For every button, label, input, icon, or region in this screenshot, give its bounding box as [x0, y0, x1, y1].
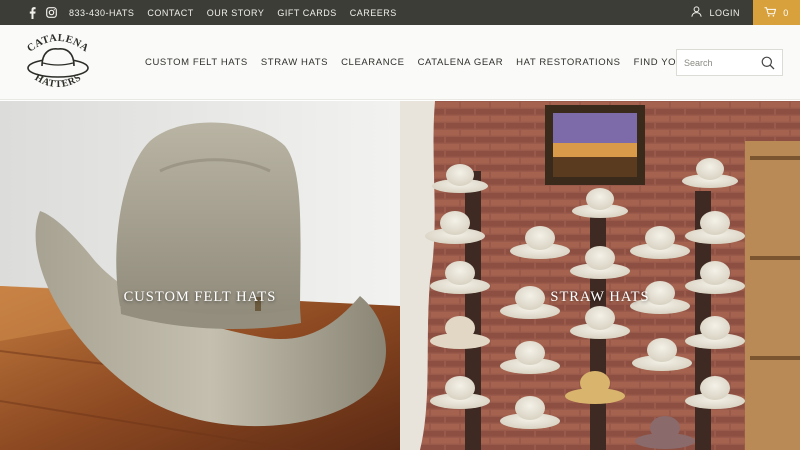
- nav-catalena-gear[interactable]: CATALENA GEAR: [418, 57, 504, 68]
- contact-link[interactable]: CONTACT: [147, 8, 193, 18]
- facebook-icon[interactable]: [26, 6, 38, 19]
- our-story-link[interactable]: OUR STORY: [207, 8, 265, 18]
- user-icon: [691, 6, 703, 19]
- straw-hats-label: STRAW HATS: [550, 289, 650, 305]
- site-header: CATALENA HATTERS CUSTOM FELT HATS STRAW …: [0, 25, 800, 100]
- login-label: LOGIN: [709, 7, 740, 18]
- search-box: [676, 49, 783, 76]
- login-link[interactable]: LOGIN: [691, 0, 740, 25]
- hero-collection-tiles: CUSTOM FELT HATS STRAW HATS: [0, 101, 800, 450]
- nav-hat-restorations[interactable]: HAT RESTORATIONS: [516, 57, 620, 68]
- instagram-icon[interactable]: [45, 7, 57, 19]
- careers-link[interactable]: CAREERS: [350, 8, 397, 18]
- topbar-left: 833-430-HATS CONTACT OUR STORY GIFT CARD…: [26, 0, 405, 25]
- nav-custom-felt-hats[interactable]: CUSTOM FELT HATS: [145, 57, 248, 68]
- catalena-hatters-logo[interactable]: CATALENA HATTERS: [22, 30, 94, 96]
- search-input[interactable]: [677, 50, 757, 75]
- cart-icon: [764, 6, 777, 19]
- search-icon[interactable]: [761, 56, 775, 70]
- straw-hats-tile[interactable]: STRAW HATS: [400, 101, 800, 450]
- main-navigation: CUSTOM FELT HATS STRAW HATS CLEARANCE CA…: [145, 25, 723, 100]
- custom-felt-hats-tile[interactable]: CUSTOM FELT HATS: [0, 101, 400, 450]
- gift-cards-link[interactable]: GIFT CARDS: [277, 8, 336, 18]
- nav-straw-hats[interactable]: STRAW HATS: [261, 57, 328, 68]
- nav-clearance[interactable]: CLEARANCE: [341, 57, 404, 68]
- logo-text-bottom: HATTERS: [33, 72, 83, 90]
- phone-link[interactable]: 833-430-HATS: [69, 8, 134, 18]
- straw-hats-wall-photo: [400, 101, 800, 450]
- svg-text:HATTERS: HATTERS: [33, 72, 83, 90]
- cart-count: 0: [783, 7, 789, 18]
- custom-felt-hats-label: CUSTOM FELT HATS: [123, 289, 277, 305]
- felt-hat-photo: [0, 101, 400, 450]
- top-utility-bar: 833-430-HATS CONTACT OUR STORY GIFT CARD…: [0, 0, 800, 25]
- cart-button[interactable]: 0: [753, 0, 800, 25]
